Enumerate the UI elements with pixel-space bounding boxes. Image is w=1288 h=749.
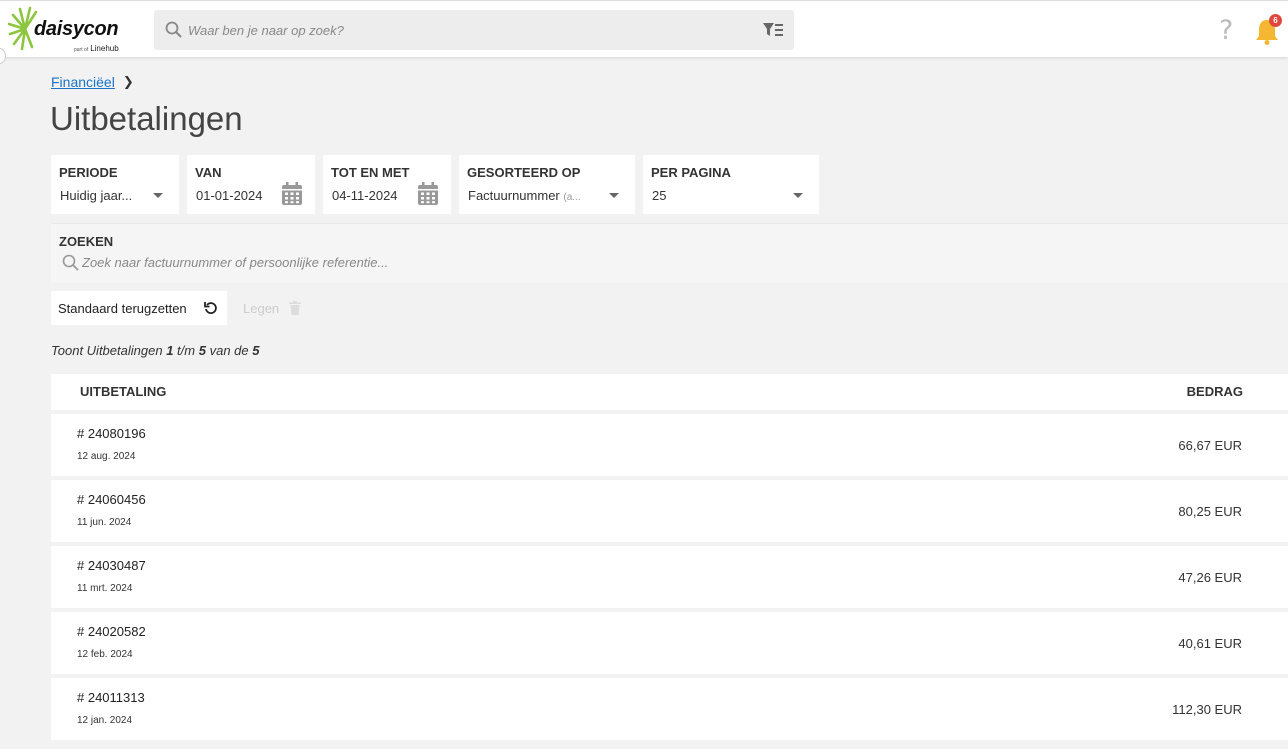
global-search-bar: [154, 10, 794, 50]
chevron-down-icon: [793, 193, 803, 198]
tot-en-met-date-field[interactable]: TOT EN MET 04-11-2024: [323, 155, 451, 214]
payout-date: 11 jun. 2024: [77, 517, 132, 528]
logo-wordmark: daisycon: [34, 18, 119, 40]
search-input[interactable]: [82, 252, 782, 272]
page-title: Uitbetalingen: [50, 100, 243, 137]
chevron-right-icon: ❯: [122, 74, 134, 89]
payout-number[interactable]: # 24060456: [77, 492, 146, 507]
calendar-icon[interactable]: [417, 182, 439, 206]
payout-number[interactable]: # 24080196: [77, 426, 146, 441]
notification-count-badge: 6: [1269, 14, 1282, 27]
search-icon: [165, 21, 182, 38]
table-row[interactable]: # 24080196 12 aug. 2024 66,67 EUR: [51, 414, 1288, 476]
van-date-field[interactable]: VAN 01-01-2024: [187, 155, 315, 214]
table-row[interactable]: # 24060456 11 jun. 2024 80,25 EUR: [51, 480, 1288, 542]
global-search-input[interactable]: [188, 10, 748, 50]
van-label: VAN: [195, 165, 222, 180]
gesorteerd-op-select[interactable]: GESORTEERD OP Factuurnummer (a...: [459, 155, 635, 214]
payout-number[interactable]: # 24011313: [77, 690, 145, 705]
search-icon: [62, 254, 79, 271]
reset-defaults-label: Standaard terugzetten: [58, 300, 187, 316]
periode-select[interactable]: PERIODE Huidig jaar...: [51, 155, 179, 214]
payout-date: 11 mrt. 2024: [77, 583, 133, 594]
payout-number[interactable]: # 24020582: [77, 624, 146, 639]
filter-icon[interactable]: [762, 21, 784, 39]
undo-icon: [204, 302, 217, 314]
payout-date: 12 aug. 2024: [77, 451, 136, 462]
payout-amount: 80,25 EUR: [1178, 504, 1242, 519]
calendar-icon[interactable]: [281, 182, 303, 206]
chevron-down-icon: [153, 193, 163, 198]
per-pagina-select[interactable]: PER PAGINA 25: [643, 155, 819, 214]
trash-icon: [289, 301, 301, 315]
column-header-bedrag[interactable]: BEDRAG: [1187, 384, 1243, 399]
gesorteerd-op-label: GESORTEERD OP: [467, 165, 581, 180]
chevron-down-icon: [609, 193, 619, 198]
payout-amount: 47,26 EUR: [1178, 570, 1242, 585]
gesorteerd-op-value: Factuurnummer (a...: [468, 188, 581, 203]
notifications-button[interactable]: 6: [1254, 14, 1282, 45]
table-header: UITBETALING BEDRAG: [51, 374, 1288, 410]
per-pagina-label: PER PAGINA: [651, 165, 731, 180]
breadcrumb-link-financieel[interactable]: Financiëel: [51, 74, 115, 90]
logo-subtitle: part of Linehub: [74, 44, 119, 53]
table-row[interactable]: # 24030487 11 mrt. 2024 47,26 EUR: [51, 546, 1288, 608]
table-row[interactable]: # 24011313 12 jan. 2024 112,30 EUR: [51, 678, 1288, 740]
help-icon[interactable]: ?: [1219, 15, 1233, 46]
van-value: 01-01-2024: [196, 188, 263, 203]
payout-amount: 66,67 EUR: [1178, 438, 1242, 453]
breadcrumb: Financiëel ❯: [51, 74, 134, 90]
reset-defaults-button[interactable]: Standaard terugzetten: [51, 291, 227, 325]
periode-label: PERIODE: [59, 165, 118, 180]
payout-number[interactable]: # 24030487: [77, 558, 146, 573]
column-header-uitbetaling[interactable]: UITBETALING: [80, 384, 166, 399]
search-panel: ZOEKEN: [51, 223, 1288, 283]
periode-value: Huidig jaar...: [60, 188, 133, 203]
top-bar: daisycon part ofLinehub ? 6: [0, 0, 1288, 57]
per-pagina-value: 25: [652, 188, 667, 203]
search-label: ZOEKEN: [59, 234, 114, 249]
tot-en-met-value: 04-11-2024: [332, 188, 398, 203]
clear-label: Legen: [243, 300, 280, 316]
payout-date: 12 feb. 2024: [77, 649, 133, 660]
clear-button[interactable]: Legen: [236, 291, 316, 325]
table-row[interactable]: # 24020582 12 feb. 2024 40,61 EUR: [51, 612, 1288, 674]
payout-date: 12 jan. 2024: [77, 715, 133, 726]
result-count-text: Toont Uitbetalingen 1 t/m 5 van de 5: [51, 343, 260, 358]
daisycon-logo[interactable]: daisycon part of Linehub: [8, 5, 138, 55]
payout-amount: 40,61 EUR: [1178, 636, 1242, 651]
payout-amount: 112,30 EUR: [1172, 702, 1242, 717]
tot-en-met-label: TOT EN MET: [331, 165, 410, 180]
